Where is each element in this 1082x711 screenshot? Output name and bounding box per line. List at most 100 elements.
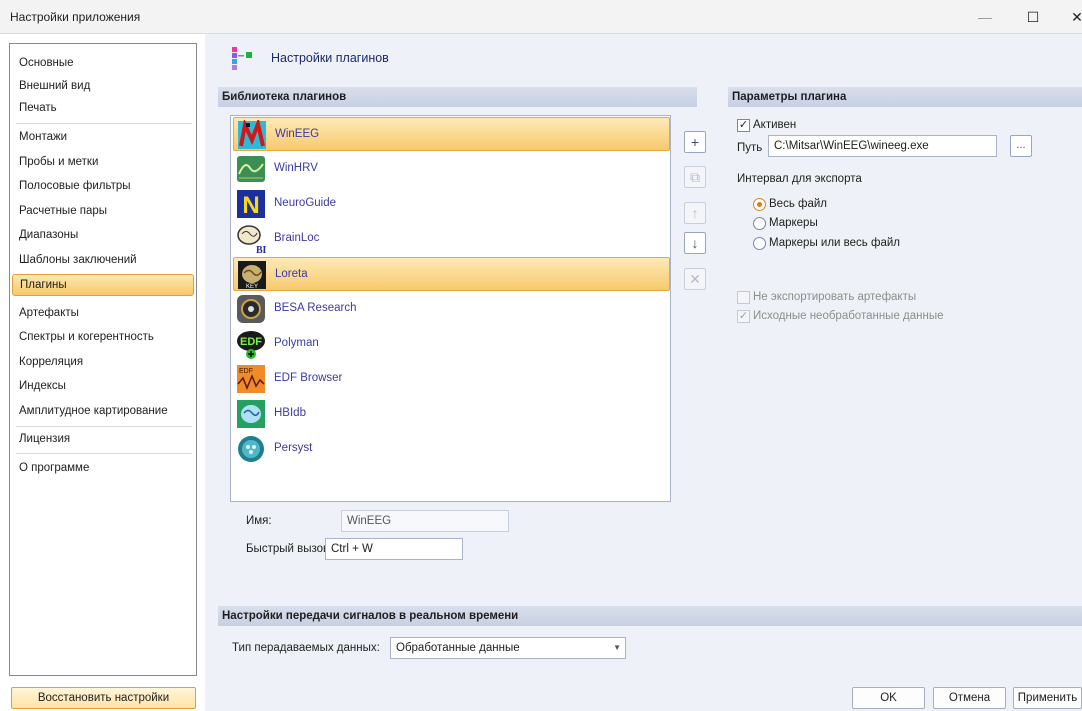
nav-item-probes-marks[interactable]: Пробы и метки: [12, 151, 194, 173]
plugin-row-hbidb[interactable]: HBIdb: [233, 397, 670, 431]
nav-item-license[interactable]: Лицензия: [12, 428, 194, 450]
loreta-icon: KEY: [238, 261, 266, 290]
plugin-name: Loreta: [275, 268, 308, 280]
radio-markers-or-file-label: Маркеры или весь файл: [769, 237, 900, 249]
plugin-row-polyman[interactable]: EDF Polyman: [233, 327, 670, 361]
title-bar: Настройки приложения — ☐ ✕: [0, 0, 1082, 34]
data-type-value: Обработанные данные: [396, 642, 520, 654]
edf-browser-icon: EDF: [237, 365, 265, 393]
browse-button[interactable]: ...: [1010, 135, 1032, 157]
nav-item-artifacts[interactable]: Артефакты: [12, 302, 194, 324]
plugins-icon: [232, 47, 252, 70]
settings-navigation: Основные Внешний вид Печать Монтажи Проб…: [9, 43, 197, 676]
svg-text:KEY: KEY: [246, 284, 258, 290]
plugin-name: Persyst: [274, 442, 313, 454]
plugin-name: HBIdb: [274, 407, 306, 419]
move-down-button[interactable]: ↓: [684, 232, 706, 254]
hotkey-label: Быстрый вызов:: [246, 543, 333, 555]
delete-plugin-button[interactable]: ✕: [684, 268, 706, 290]
data-type-select[interactable]: Обработанные данные ▼: [390, 637, 626, 659]
active-checkbox[interactable]: ✓: [737, 119, 750, 132]
nav-item-appearance[interactable]: Внешний вид: [12, 75, 194, 97]
plugin-name: WinEEG: [275, 128, 320, 140]
copy-plugin-button[interactable]: ⧉: [684, 166, 706, 188]
apply-button[interactable]: Применить: [1013, 687, 1082, 709]
plugin-row-wineeg[interactable]: WinEEG: [233, 117, 670, 151]
plugin-row-winhrv[interactable]: WinHRV: [233, 152, 670, 186]
polyman-icon: EDF: [237, 331, 265, 359]
chevron-down-icon: ▼: [613, 643, 621, 652]
nav-item-correlation[interactable]: Корреляция: [12, 351, 194, 373]
ok-button[interactable]: OK: [852, 687, 925, 709]
window-title: Настройки приложения: [10, 10, 141, 24]
nav-divider: [16, 426, 192, 427]
realtime-heading: Настройки передачи сигналов в реальном в…: [218, 606, 1082, 626]
path-field[interactable]: C:\Mitsar\WinEEG\wineeg.exe: [768, 135, 997, 157]
persyst-icon: [238, 436, 264, 462]
nav-divider: [16, 453, 192, 454]
nav-item-indices[interactable]: Индексы: [12, 375, 194, 397]
radio-markers-label: Маркеры: [769, 217, 818, 229]
winhrv-icon: [237, 156, 265, 182]
restore-settings-button[interactable]: Восстановить настройки: [11, 687, 196, 709]
close-button[interactable]: ✕: [1062, 6, 1082, 28]
besa-icon: [237, 295, 265, 323]
nav-item-band-filters[interactable]: Полосовые фильтры: [12, 175, 194, 197]
plugin-row-persyst[interactable]: Persyst: [233, 432, 670, 466]
plugin-name: WinHRV: [274, 162, 318, 174]
path-label: Путь: [737, 142, 763, 154]
nav-item-general[interactable]: Основные: [12, 52, 194, 74]
plugin-name: Polyman: [274, 337, 319, 349]
nav-item-ranges[interactable]: Диапазоны: [12, 224, 194, 246]
plugin-row-besa-research[interactable]: BESA Research: [233, 292, 670, 326]
hbidb-icon: [237, 400, 265, 428]
plugin-name: BESA Research: [274, 302, 357, 314]
svg-text:EDF: EDF: [239, 368, 253, 375]
plugin-name: EDF Browser: [274, 372, 343, 384]
plugin-library-heading: Библиотека плагинов: [218, 87, 697, 107]
svg-text:N: N: [242, 192, 259, 219]
hotkey-field[interactable]: Ctrl + W: [325, 538, 463, 560]
plugin-name: NeuroGuide: [274, 197, 337, 209]
plugin-name: BrainLoc: [274, 232, 320, 244]
radio-markers-or-file[interactable]: [753, 237, 766, 250]
radio-whole-file-label: Весь файл: [769, 198, 827, 210]
page-title: Настройки плагинов: [271, 51, 389, 65]
nav-item-amplitude-mapping[interactable]: Амплитудное картирование: [12, 400, 194, 422]
name-label: Имя:: [246, 515, 272, 527]
plugin-name-field[interactable]: WinEEG: [341, 510, 509, 532]
plugin-row-edf-browser[interactable]: EDF EDF Browser: [233, 362, 670, 396]
add-plugin-button[interactable]: +: [684, 131, 706, 153]
nav-item-print[interactable]: Печать: [12, 97, 194, 119]
data-type-label: Тип перадаваемых данных:: [232, 642, 380, 654]
move-up-button[interactable]: ↑: [684, 202, 706, 224]
raw-data-label: Исходные необработанные данные: [753, 310, 944, 322]
plugin-row-neuroguide[interactable]: N NeuroGuide: [233, 187, 670, 221]
export-interval-label: Интервал для экспорта: [737, 173, 862, 185]
plugin-list[interactable]: WinEEG WinHRV N NeuroGuide BL BrainLoc K…: [230, 115, 671, 502]
nav-item-report-templates[interactable]: Шаблоны заключений: [12, 249, 194, 271]
plugin-row-brainloc[interactable]: BL BrainLoc: [233, 222, 670, 256]
nav-item-calc-pairs[interactable]: Расчетные пары: [12, 200, 194, 222]
plugin-params-heading: Параметры плагина: [728, 87, 1082, 107]
radio-whole-file[interactable]: [753, 198, 766, 211]
active-label: Активен: [753, 119, 797, 131]
maximize-button[interactable]: ☐: [1018, 6, 1048, 28]
nav-item-montages[interactable]: Монтажи: [12, 126, 194, 148]
nav-divider: [16, 123, 192, 124]
wineeg-icon: [238, 120, 266, 149]
radio-markers[interactable]: [753, 217, 766, 230]
neuroguide-icon: N: [237, 190, 265, 219]
no-artifacts-label: Не экспортировать артефакты: [753, 291, 917, 303]
nav-item-about[interactable]: О программе: [12, 457, 194, 479]
raw-data-checkbox[interactable]: ✓: [737, 310, 750, 323]
brainloc-icon: BL: [237, 225, 266, 254]
no-artifacts-checkbox[interactable]: [737, 291, 750, 304]
svg-text:EDF: EDF: [240, 336, 262, 348]
plugin-row-loreta[interactable]: KEY Loreta: [233, 257, 670, 291]
minimize-button[interactable]: —: [970, 6, 1000, 28]
nav-item-plugins[interactable]: Плагины: [12, 274, 194, 296]
nav-item-spectra-coherence[interactable]: Спектры и когерентность: [12, 326, 194, 348]
cancel-button[interactable]: Отмена: [933, 687, 1006, 709]
svg-text:BL: BL: [256, 245, 266, 254]
